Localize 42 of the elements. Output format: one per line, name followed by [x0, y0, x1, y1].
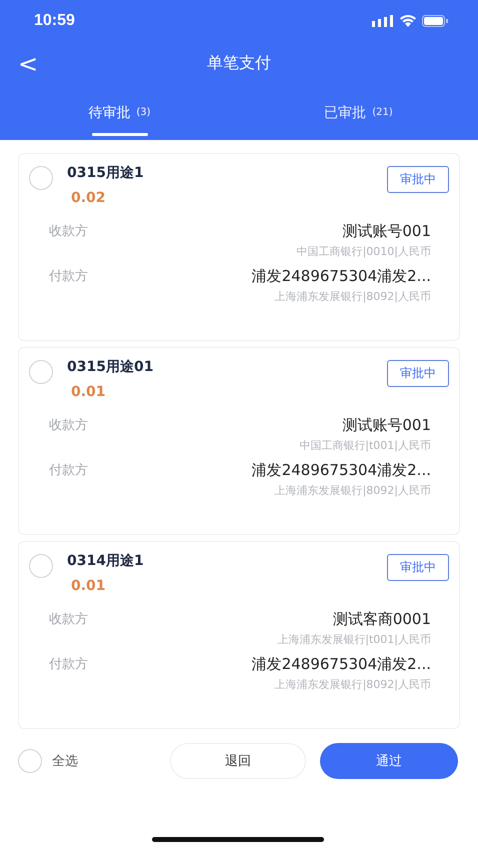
wifi-icon: [400, 15, 416, 27]
signal-icon: [372, 15, 394, 27]
select-all-checkbox[interactable]: [18, 749, 42, 773]
field-label: 付款方: [49, 656, 88, 673]
field-label: 付款方: [49, 268, 88, 285]
account-detail: 上海浦东发展银行|8092|人民币: [274, 677, 431, 692]
account-detail: 上海浦东发展银行|8092|人民币: [274, 289, 431, 304]
account-detail: 上海浦东发展银行|t001|人民币: [277, 632, 431, 647]
field-label: 收款方: [49, 611, 88, 628]
payment-amount: 0.01: [71, 384, 107, 400]
account-detail: 上海浦东发展银行|8092|人民币: [274, 483, 431, 498]
battery-icon: [422, 15, 448, 27]
select-checkbox[interactable]: [29, 554, 53, 578]
select-checkbox[interactable]: [29, 360, 53, 384]
tab[interactable]: 待审批 (3): [0, 85, 239, 140]
status-badge: 审批中: [387, 360, 449, 387]
account-name: 浦发2489675304浦发2...: [252, 655, 431, 674]
tab[interactable]: 已审批 (21): [239, 85, 478, 140]
reject-button[interactable]: 退回: [170, 743, 306, 779]
payment-title: 0314用途1: [67, 552, 145, 570]
account-name: 浦发2489675304浦发2...: [252, 267, 431, 286]
account-detail: 中国工商银行|0010|人民币: [296, 244, 431, 259]
approve-button[interactable]: 通过: [320, 743, 458, 779]
field-label: 付款方: [49, 462, 88, 479]
status-badge: 审批中: [387, 166, 449, 193]
account-name: 测试账号001: [342, 222, 431, 241]
account-name: 测试账号001: [342, 416, 431, 435]
account-detail: 中国工商银行|t001|人民币: [299, 438, 431, 453]
payment-title: 0315用途01: [67, 358, 154, 376]
back-button[interactable]: <: [14, 50, 42, 78]
select-all-label: 全选: [52, 753, 78, 770]
status-time: 10:59: [34, 12, 75, 30]
payment-title: 0315用途1: [67, 164, 145, 182]
payment-amount: 0.02: [71, 190, 107, 206]
account-name: 浦发2489675304浦发2...: [252, 461, 431, 480]
select-checkbox[interactable]: [29, 166, 53, 190]
account-name: 测试客商0001: [332, 610, 431, 629]
field-label: 收款方: [49, 223, 88, 240]
field-label: 收款方: [49, 417, 88, 434]
page-title: 单笔支付: [207, 53, 271, 74]
payment-amount: 0.01: [71, 578, 107, 594]
status-badge: 审批中: [387, 554, 449, 581]
